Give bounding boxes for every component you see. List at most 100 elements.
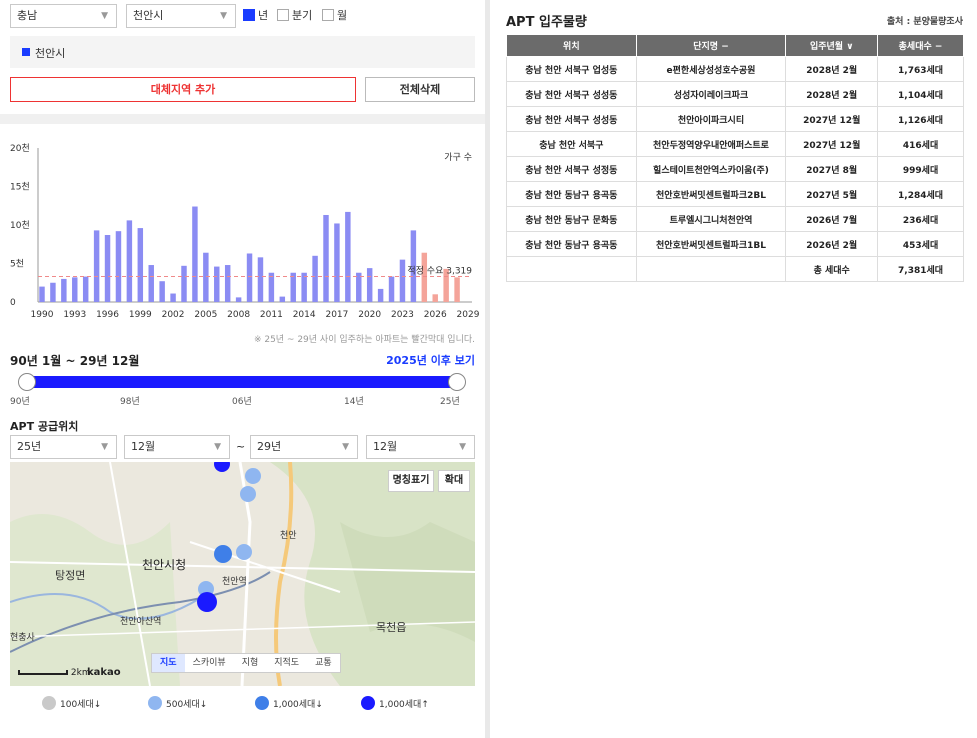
view-after-2025-link[interactable]: 2025년 이후 보기 <box>386 352 475 368</box>
table-row[interactable]: 충남 천안 서북구 천안두정역양우내안애퍼스트로 2027년 12월 416세대 <box>506 131 964 157</box>
cell-empty <box>635 256 787 282</box>
range-slider-end-handle[interactable] <box>448 373 466 391</box>
x-tick-label: 2008 <box>227 310 250 320</box>
cell-move-in-date: 2027년 8월 <box>785 156 879 182</box>
period-month-checkbox[interactable]: 월 <box>322 8 347 22</box>
total-label: 총 세대수 <box>785 256 879 282</box>
cell-total-households: 1,763세대 <box>877 56 964 82</box>
chart-bar <box>72 277 78 302</box>
chart-bar <box>50 282 56 302</box>
pin-icon <box>148 696 162 710</box>
period-quarter-checkbox[interactable]: 분기 <box>277 8 312 22</box>
chevron-down-icon: ▼ <box>214 442 221 452</box>
threshold-label: 적정 수요 3,319 <box>407 264 472 276</box>
map-tab-traffic[interactable]: 교통 <box>307 654 340 672</box>
x-tick-label: 1993 <box>63 310 86 320</box>
chart-bar <box>192 206 198 302</box>
chart-bar <box>323 214 329 302</box>
chart-bar <box>356 272 362 302</box>
cell-move-in-date: 2026년 2월 <box>785 231 879 257</box>
range-title: 90년 1월 ~ 29년 12월 <box>10 354 140 368</box>
chart-bar <box>148 265 154 302</box>
cell-location: 충남 천안 동남구 용곡동 <box>506 181 637 207</box>
cell-total-households: 999세대 <box>877 156 964 182</box>
checkbox-icon <box>243 9 255 21</box>
cell-complex-name: 천안호반써밋센트럴파크2BL <box>635 181 787 207</box>
delete-all-button[interactable]: 전체삭제 <box>365 77 475 102</box>
chevron-down-icon: ▼ <box>220 11 227 21</box>
map-tab-cadastral[interactable]: 지적도 <box>266 654 307 672</box>
source-label: 출처 : 분양물량조사 <box>886 17 963 27</box>
selected-region-box: 천안시 <box>10 36 475 68</box>
legend-item: 500세대↓ <box>148 693 207 713</box>
col-location[interactable]: 위치 <box>506 34 637 57</box>
supply-map[interactable]: 명칭표기 확대 천안시청 탕정면 천안역 천안아산역 목천읍 현충사 천안 지도… <box>10 462 475 686</box>
checkbox-icon <box>322 9 334 21</box>
from-month-value: 12월 <box>131 440 156 453</box>
chart-bar <box>246 253 253 302</box>
cell-location: 충남 천안 동남구 문화동 <box>506 206 637 232</box>
series-label: 가구 수 <box>444 152 472 163</box>
chevron-down-icon: ▼ <box>101 442 108 452</box>
section-divider <box>0 114 485 124</box>
map-tab-terrain[interactable]: 지형 <box>234 654 267 672</box>
table-row[interactable]: 충남 천안 서북구 성정동 힐스테이트천안역스카이움(주) 2027년 8월 999세… <box>506 156 964 182</box>
range-slider-track[interactable] <box>27 376 457 388</box>
table-row[interactable]: 충남 천안 서북구 성성동 성성자이레이크파크 2028년 2월 1,104세대 <box>506 81 964 107</box>
cell-move-in-date: 2028년 2월 <box>785 56 879 82</box>
scale-bar-icon <box>18 670 68 675</box>
chart-bar <box>301 272 307 302</box>
col-move-in-date[interactable]: 입주년월 ∨ <box>785 34 879 57</box>
total-row: 총 세대수 7,381세대 <box>506 256 964 282</box>
to-year-select[interactable]: 29년 ▼ <box>250 435 358 459</box>
city-select[interactable]: 천안시 ▼ <box>126 4 236 28</box>
cell-empty <box>506 256 637 282</box>
chart-bar <box>214 266 220 302</box>
y-tick-label: 0 <box>10 298 16 308</box>
table-row[interactable]: 충남 천안 서북구 업성동 e편한세상성성호수공원 2028년 2월 1,763세대 <box>506 56 964 82</box>
col-total-households[interactable]: 총세대수 − <box>877 34 964 57</box>
zoom-button[interactable]: 확대 <box>438 470 470 492</box>
chart-bar <box>454 277 460 302</box>
legend-item: 1,000세대↑ <box>361 693 429 713</box>
right-panel: APT 입주물량 출처 : 분양물량조사 위치 단지명 − 입주년월 ∨ 총세대… <box>490 0 977 738</box>
period-year-checkbox[interactable]: 년 <box>243 8 268 22</box>
y-tick-label: 15천 <box>10 182 30 193</box>
from-month-select[interactable]: 12월 ▼ <box>124 435 230 459</box>
toggle-labels-button[interactable]: 명칭표기 <box>388 470 434 492</box>
table-row[interactable]: 충남 천안 동남구 용곡동 천안호반써밋센트럴파크2BL 2027년 5월 1,284… <box>506 181 964 207</box>
chart-bar <box>61 278 67 302</box>
col-complex-name[interactable]: 단지명 − <box>635 34 787 57</box>
left-panel: 충남 ▼ 천안시 ▼ 년 분기 월 천안시 대체지역 추가 전체삭제 20천 15… <box>0 0 485 738</box>
add-region-button[interactable]: 대체지역 추가 <box>10 77 356 102</box>
table-row[interactable]: 충남 천안 서북구 성성동 천안아이파크시티 2027년 12월 1,126세대 <box>506 106 964 132</box>
cell-total-households: 236세대 <box>877 206 964 232</box>
cell-complex-name: 트루엘시그니처천안역 <box>635 206 787 232</box>
map-tab-map[interactable]: 지도 <box>152 654 185 672</box>
map-tab-skyview[interactable]: 스카이뷰 <box>185 654 234 672</box>
province-select[interactable]: 충남 ▼ <box>10 4 117 28</box>
from-year-select[interactable]: 25년 ▼ <box>10 435 117 459</box>
table-header-row: 위치 단지명 − 입주년월 ∨ 총세대수 − <box>506 34 964 57</box>
table-row[interactable]: 충남 천안 동남구 문화동 트루엘시그니처천안역 2026년 7월 236세대 <box>506 206 964 232</box>
chart-svg: 20천 15천 10천 5천 0 1990 1993 1996 1999 2002 2005 2008… <box>10 143 480 320</box>
chart-bar <box>126 220 133 302</box>
chart-bar <box>334 223 340 302</box>
x-tick-label: 2029 <box>457 310 480 320</box>
selected-region-label[interactable]: 천안시 <box>35 45 65 61</box>
range-slider-start-handle[interactable] <box>18 373 36 391</box>
y-tick-label: 10천 <box>10 220 30 231</box>
cell-complex-name: 힐스테이트천안역스카이움(주) <box>635 156 787 182</box>
chevron-down-icon: ▼ <box>459 442 466 452</box>
cell-location: 충남 천안 서북구 성성동 <box>506 106 637 132</box>
chart-bar <box>224 265 231 302</box>
table-row[interactable]: 충남 천안 동남구 용곡동 천안호반써밋센트럴파크1BL 2026년 2월 453세대 <box>506 231 964 257</box>
to-month-select[interactable]: 12월 ▼ <box>366 435 475 459</box>
cell-complex-name: 성성자이레이크파크 <box>635 81 787 107</box>
pin-icon <box>361 696 375 710</box>
range-tick: 14년 <box>344 397 364 407</box>
x-tick-label: 1996 <box>96 310 119 320</box>
chart-bar <box>279 296 286 302</box>
cell-complex-name: e편한세상성성호수공원 <box>635 56 787 82</box>
cell-complex-name: 천안호반써밋센트럴파크1BL <box>635 231 787 257</box>
